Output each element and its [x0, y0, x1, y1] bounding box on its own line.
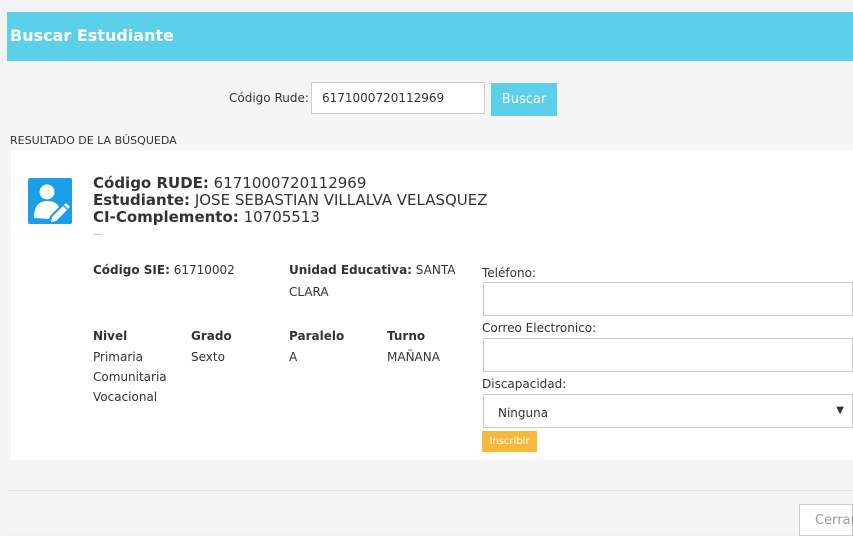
correo-input[interactable] — [483, 338, 853, 372]
student-name-label: Estudiante: — [93, 191, 191, 209]
nivel-line-3: Vocacional — [93, 390, 158, 404]
ci-label: CI-Complemento: — [93, 208, 239, 226]
discapacidad-label: Discapacidad: — [482, 377, 567, 391]
telefono-label: Teléfono: — [482, 266, 536, 280]
telefono-input[interactable] — [483, 282, 853, 316]
ci-line: CI-Complemento: 10705513 — [93, 209, 320, 225]
unidad-value-cont: CLARA — [289, 285, 329, 299]
student-name-value: JOSE SEBASTIAN VILLALVA VELASQUEZ — [194, 191, 488, 209]
close-button[interactable]: Cerrar — [799, 504, 853, 536]
modal-header: Buscar Estudiante — [7, 12, 853, 61]
unidad-label: Unidad Educativa: — [289, 263, 412, 277]
rude-line: Código RUDE: 6171000720112969 — [93, 175, 366, 191]
ci-value: 10705513 — [243, 208, 320, 226]
grado-label: Grado — [191, 329, 232, 343]
turno-value: MAÑANA — [387, 350, 440, 364]
paralelo-value: A — [289, 350, 298, 364]
discapacidad-select[interactable]: Ninguna ▼ — [483, 394, 853, 428]
search-student-modal: Buscar Estudiante Código Rude: Buscar RE… — [7, 12, 853, 536]
unidad-field: Unidad Educativa: SANTA — [289, 263, 455, 277]
grado-value: Sexto — [191, 350, 225, 364]
caret-down-icon: ▼ — [836, 405, 844, 416]
student-result-card: Código RUDE: 6171000720112969 Estudiante… — [11, 150, 853, 460]
sie-value: 61710002 — [173, 263, 235, 277]
rude-code-label: Código Rude: — [229, 91, 309, 105]
sie-field: Código SIE: 61710002 — [93, 263, 235, 277]
discapacidad-selected-value: Ninguna — [498, 406, 549, 420]
rude-code-input[interactable] — [311, 82, 485, 114]
modal-title: Buscar Estudiante — [10, 26, 174, 45]
unidad-value: SANTA — [415, 263, 456, 277]
sie-label: Código SIE: — [93, 263, 170, 277]
user-edit-icon — [28, 178, 72, 224]
turno-label: Turno — [387, 329, 426, 343]
search-button[interactable]: Buscar — [491, 83, 557, 116]
results-heading: RESULTADO DE LA BÚSQUEDA — [10, 134, 177, 147]
paralelo-label: Paralelo — [289, 329, 345, 343]
dash-separator: — — [93, 229, 103, 240]
rude-label: Código RUDE: — [93, 174, 209, 192]
correo-label: Correo Electronico: — [482, 321, 597, 335]
footer-divider — [7, 490, 853, 491]
nivel-line-2: Comunitaria — [93, 370, 167, 384]
enroll-button[interactable]: Inscribir — [482, 431, 537, 452]
student-name-line: Estudiante: JOSE SEBASTIAN VILLALVA VELA… — [93, 192, 488, 208]
nivel-line-1: Primaria — [93, 350, 143, 364]
rude-value: 6171000720112969 — [213, 174, 367, 192]
nivel-label: Nivel — [93, 329, 128, 343]
